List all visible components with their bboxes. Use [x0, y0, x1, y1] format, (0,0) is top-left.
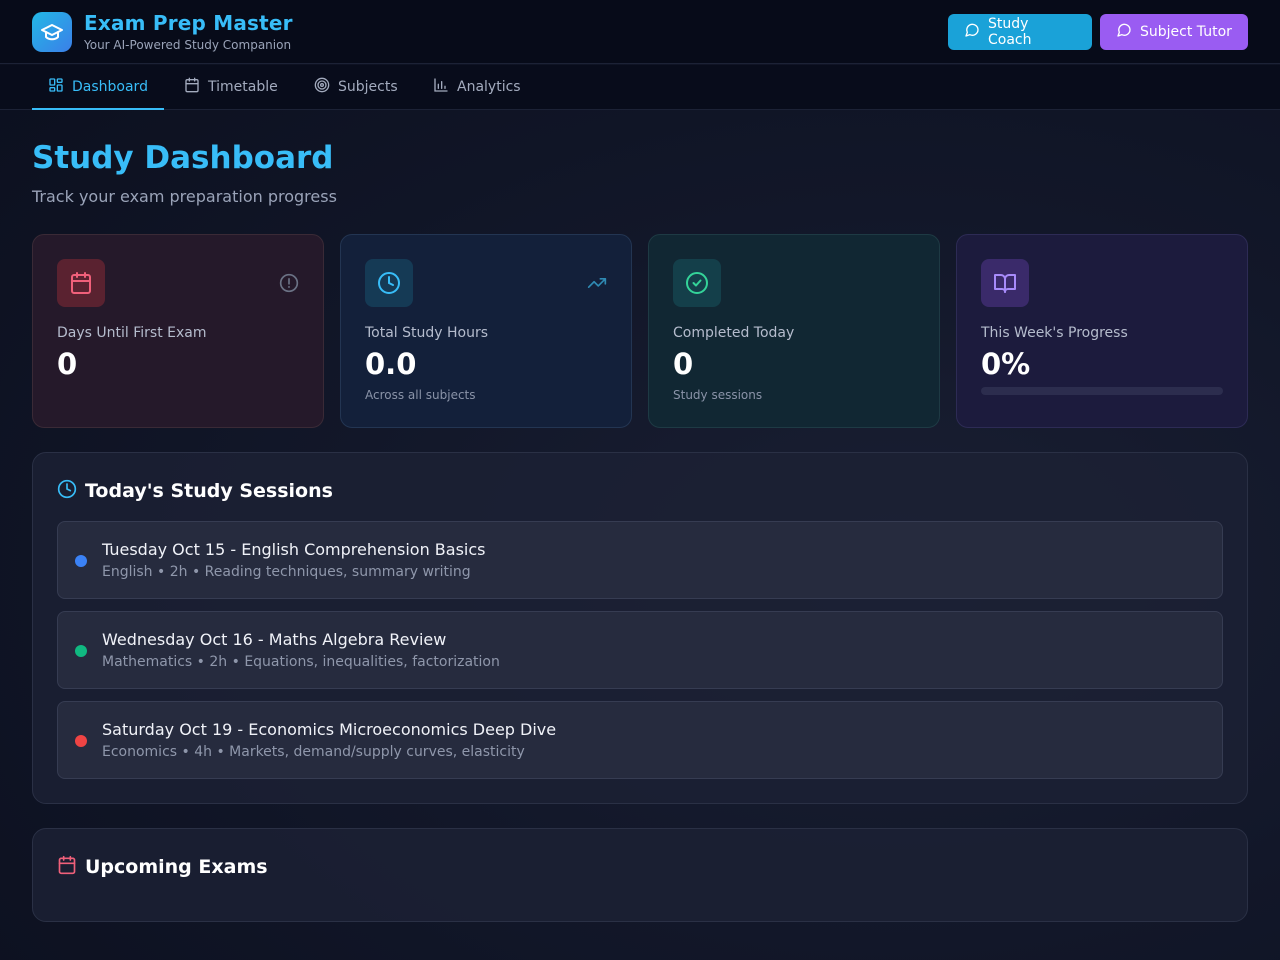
session-item[interactable]: Wednesday Oct 16 - Maths Algebra Review …	[57, 611, 1223, 689]
stat-value: 0%	[981, 347, 1031, 381]
bar-chart-icon	[433, 77, 449, 97]
tab-label: Subjects	[338, 79, 398, 95]
check-circle-icon	[673, 259, 721, 307]
subject-color-dot	[75, 645, 87, 657]
subject-tutor-label: Subject Tutor	[1140, 24, 1232, 40]
stat-value: 0	[673, 347, 694, 381]
subject-color-dot	[75, 555, 87, 567]
session-title: Wednesday Oct 16 - Maths Algebra Review	[102, 630, 447, 649]
tab-subjects[interactable]: Subjects	[314, 65, 398, 109]
stat-value: 0	[57, 347, 78, 381]
stat-note: Study sessions	[673, 388, 763, 402]
calendar-icon	[57, 259, 105, 307]
upcoming-exams-panel: Upcoming Exams	[32, 828, 1248, 922]
stat-label: Total Study Hours	[365, 325, 489, 341]
graduation-cap-icon	[32, 12, 72, 52]
app-header: Exam Prep Master Your AI-Powered Study C…	[0, 0, 1280, 64]
session-meta: Economics • 4h • Markets, demand/supply …	[102, 744, 525, 760]
tab-label: Dashboard	[72, 79, 148, 95]
page-subtitle: Track your exam preparation progress	[32, 187, 337, 206]
chat-bubble-icon	[1116, 22, 1132, 42]
subject-tutor-button[interactable]: Subject Tutor	[1100, 14, 1248, 50]
page-title: Study Dashboard	[32, 140, 334, 176]
session-meta: Mathematics • 2h • Equations, inequaliti…	[102, 654, 500, 670]
weekly-progress-bar	[981, 387, 1223, 395]
book-open-icon	[981, 259, 1029, 307]
session-item[interactable]: Tuesday Oct 15 - English Comprehension B…	[57, 521, 1223, 599]
study-sessions-panel: Today's Study Sessions Tuesday Oct 15 - …	[32, 452, 1248, 804]
stat-note: Across all subjects	[365, 388, 476, 402]
stat-label: This Week's Progress	[981, 325, 1128, 341]
app-subtitle: Your AI-Powered Study Companion	[84, 38, 292, 52]
calendar-icon	[57, 855, 77, 879]
stat-value: 0.0	[365, 347, 417, 381]
stat-card-days: Days Until First Exam 0	[32, 234, 324, 428]
tab-timetable[interactable]: Timetable	[184, 65, 278, 109]
stat-label: Completed Today	[673, 325, 795, 341]
stat-label: Days Until First Exam	[57, 325, 207, 341]
panel-header: Upcoming Exams	[57, 855, 268, 879]
stat-card-hours: Total Study Hours 0.0 Across all subject…	[340, 234, 632, 428]
clock-icon	[57, 479, 77, 503]
tab-label: Analytics	[457, 79, 521, 95]
session-title: Tuesday Oct 15 - English Comprehension B…	[102, 540, 486, 559]
stat-card-progress: This Week's Progress 0%	[956, 234, 1248, 428]
subject-color-dot	[75, 735, 87, 747]
stat-card-completed: Completed Today 0 Study sessions	[648, 234, 940, 428]
tab-dashboard[interactable]: Dashboard	[32, 65, 164, 110]
panel-title: Upcoming Exams	[85, 856, 268, 878]
grid-icon	[48, 77, 64, 97]
main-nav: Dashboard Timetable Subjects Analytics	[0, 65, 1280, 110]
alert-circle-icon	[279, 273, 299, 293]
tab-label: Timetable	[208, 79, 278, 95]
tab-analytics[interactable]: Analytics	[433, 65, 521, 109]
study-coach-button[interactable]: Study Coach	[948, 14, 1092, 50]
target-icon	[314, 77, 330, 97]
panel-header: Today's Study Sessions	[57, 479, 333, 503]
trending-up-icon	[587, 273, 607, 293]
calendar-icon	[184, 77, 200, 97]
session-meta: English • 2h • Reading techniques, summa…	[102, 564, 471, 580]
clock-icon	[365, 259, 413, 307]
session-title: Saturday Oct 19 - Economics Microeconomi…	[102, 720, 557, 739]
session-item[interactable]: Saturday Oct 19 - Economics Microeconomi…	[57, 701, 1223, 779]
panel-title: Today's Study Sessions	[85, 480, 333, 502]
chat-bubble-icon	[964, 22, 980, 42]
study-coach-label: Study Coach	[988, 16, 1032, 48]
app-title: Exam Prep Master	[84, 11, 293, 35]
